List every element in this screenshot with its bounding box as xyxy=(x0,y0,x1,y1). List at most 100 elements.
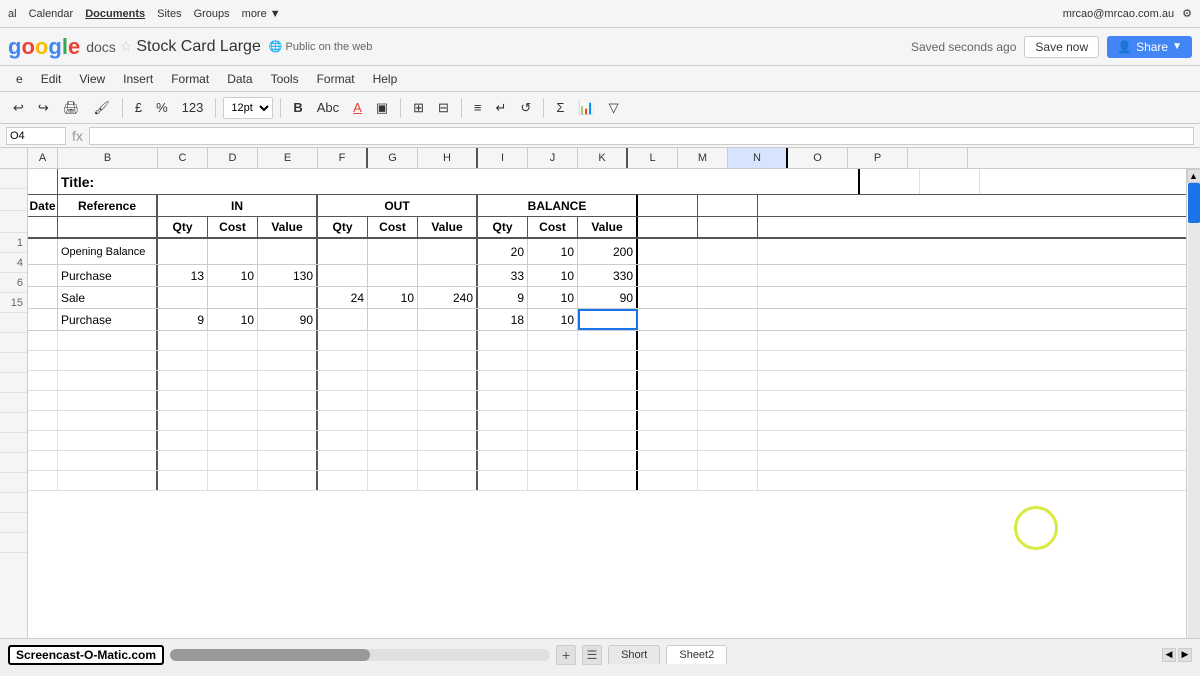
star-icon[interactable]: ☆ xyxy=(120,38,133,55)
title-row-extra[interactable] xyxy=(860,169,920,194)
cell-6-in-cost[interactable] xyxy=(208,287,258,308)
er1-c[interactable] xyxy=(158,331,208,350)
col-header-e[interactable]: E xyxy=(258,148,318,168)
col-header-o[interactable]: O xyxy=(788,148,848,168)
cell-1-in-value[interactable] xyxy=(258,239,318,264)
print-button[interactable]: 🖨 xyxy=(58,97,85,119)
col-header-g[interactable]: G xyxy=(368,148,418,168)
cell-6-extra[interactable] xyxy=(638,287,698,308)
cell-6-out-cost[interactable]: 10 xyxy=(368,287,418,308)
scroll-track[interactable] xyxy=(1188,183,1200,638)
header-balance[interactable]: BALANCE xyxy=(478,195,638,216)
cell-1-extra[interactable] xyxy=(638,239,698,264)
menu-format2[interactable]: Format xyxy=(309,70,363,88)
cell-6-bal-qty[interactable]: 9 xyxy=(478,287,528,308)
col-header-extra[interactable] xyxy=(908,148,968,168)
cell-15-out-value[interactable] xyxy=(418,309,478,330)
align-button[interactable]: ≡ xyxy=(469,97,487,118)
nav-more[interactable]: more ▼ xyxy=(242,8,281,20)
scroll-up-button[interactable]: ▲ xyxy=(1187,169,1200,183)
paintformat-button[interactable]: 🖌 xyxy=(88,97,115,119)
cell-4-out-cost[interactable] xyxy=(368,265,418,286)
share-button[interactable]: 👤 Share ▼ xyxy=(1107,36,1192,58)
cell-15-ref[interactable]: Purchase xyxy=(58,309,158,330)
doc-title[interactable]: Stock Card Large xyxy=(136,38,261,56)
format-123[interactable]: 123 xyxy=(177,97,209,118)
title-row-a[interactable] xyxy=(28,169,58,194)
cell-6-out-qty[interactable]: 24 xyxy=(318,287,368,308)
borders-button[interactable]: ⊞ xyxy=(408,97,429,119)
undo-button[interactable]: ↩ xyxy=(8,97,29,119)
filter-button[interactable]: ▽ xyxy=(604,97,624,119)
col-header-p[interactable]: P xyxy=(848,148,908,168)
cell-1-date[interactable] xyxy=(28,239,58,264)
col-header-k[interactable]: K xyxy=(578,148,628,168)
horizontal-scroll-thumb[interactable] xyxy=(170,649,370,661)
bold-button[interactable]: B xyxy=(288,97,307,118)
er1-e[interactable] xyxy=(258,331,318,350)
nav-al[interactable]: al xyxy=(8,8,17,20)
cell-4-extra2[interactable] xyxy=(698,265,758,286)
font-size-select[interactable]: 12pt xyxy=(223,97,273,119)
sheet-tab-short[interactable]: Short xyxy=(608,645,660,664)
nav-groups[interactable]: Groups xyxy=(194,8,230,20)
cell-15-bal-value[interactable] xyxy=(578,309,638,330)
menu-tools[interactable]: Tools xyxy=(263,70,307,88)
cell-reference-box[interactable]: O4 xyxy=(6,127,66,145)
header-out[interactable]: OUT xyxy=(318,195,478,216)
col-header-d[interactable]: D xyxy=(208,148,258,168)
cell-1-in-cost[interactable] xyxy=(208,239,258,264)
cell-15-extra2[interactable] xyxy=(698,309,758,330)
header-date[interactable]: Date xyxy=(28,195,58,216)
text-color-button[interactable]: A xyxy=(348,97,367,118)
cell-6-bal-value[interactable]: 90 xyxy=(578,287,638,308)
cell-4-out-value[interactable] xyxy=(418,265,478,286)
cell-1-bal-value[interactable]: 200 xyxy=(578,239,638,264)
col-header-c[interactable]: C xyxy=(158,148,208,168)
menu-view[interactable]: View xyxy=(71,70,113,88)
menu-edit[interactable]: Edit xyxy=(33,70,70,88)
er1-h[interactable] xyxy=(418,331,478,350)
menu-e[interactable]: e xyxy=(8,70,31,88)
save-now-button[interactable]: Save now xyxy=(1024,36,1099,58)
col-header-b[interactable]: B xyxy=(58,148,158,168)
cell-6-bal-cost[interactable]: 10 xyxy=(528,287,578,308)
cell-1-in-qty[interactable] xyxy=(158,239,208,264)
er1-i[interactable] xyxy=(478,331,528,350)
title-cell[interactable]: Title: xyxy=(58,169,860,194)
er1-f[interactable] xyxy=(318,331,368,350)
chart-button[interactable]: 📊 xyxy=(573,97,599,119)
rotate-button[interactable]: ↺ xyxy=(515,97,536,119)
cell-1-bal-qty[interactable]: 20 xyxy=(478,239,528,264)
wrap-button[interactable]: ↵ xyxy=(491,97,512,119)
cell-15-in-cost[interactable]: 10 xyxy=(208,309,258,330)
cell-4-out-qty[interactable] xyxy=(318,265,368,286)
header-ref[interactable]: Reference xyxy=(58,195,158,216)
nav-documents[interactable]: Documents xyxy=(85,8,145,20)
col-header-f[interactable]: F xyxy=(318,148,368,168)
cell-4-in-cost[interactable]: 10 xyxy=(208,265,258,286)
bg-color-button[interactable]: ▣ xyxy=(371,97,393,119)
cell-6-ref[interactable]: Sale xyxy=(58,287,158,308)
col-header-i[interactable]: I xyxy=(478,148,528,168)
hscroll-right-button[interactable]: ▶ xyxy=(1178,648,1192,662)
cell-15-bal-qty[interactable]: 18 xyxy=(478,309,528,330)
col-header-j[interactable]: J xyxy=(528,148,578,168)
cell-4-bal-qty[interactable]: 33 xyxy=(478,265,528,286)
er1-a[interactable] xyxy=(28,331,58,350)
cell-15-out-cost[interactable] xyxy=(368,309,418,330)
cell-4-in-qty[interactable]: 13 xyxy=(158,265,208,286)
cell-4-extra[interactable] xyxy=(638,265,698,286)
cell-15-bal-cost[interactable]: 10 xyxy=(528,309,578,330)
cell-1-ref[interactable]: Opening Balance xyxy=(58,239,158,264)
col-header-l[interactable]: L xyxy=(628,148,678,168)
col-header-h[interactable]: H xyxy=(418,148,478,168)
er1-j[interactable] xyxy=(528,331,578,350)
er1-b[interactable] xyxy=(58,331,158,350)
merge-button[interactable]: ⊟ xyxy=(433,97,454,119)
er1-k[interactable] xyxy=(578,331,638,350)
col-header-n[interactable]: N xyxy=(728,148,788,168)
menu-format[interactable]: Format xyxy=(163,70,217,88)
cell-4-in-value[interactable]: 130 xyxy=(258,265,318,286)
cell-1-bal-cost[interactable]: 10 xyxy=(528,239,578,264)
